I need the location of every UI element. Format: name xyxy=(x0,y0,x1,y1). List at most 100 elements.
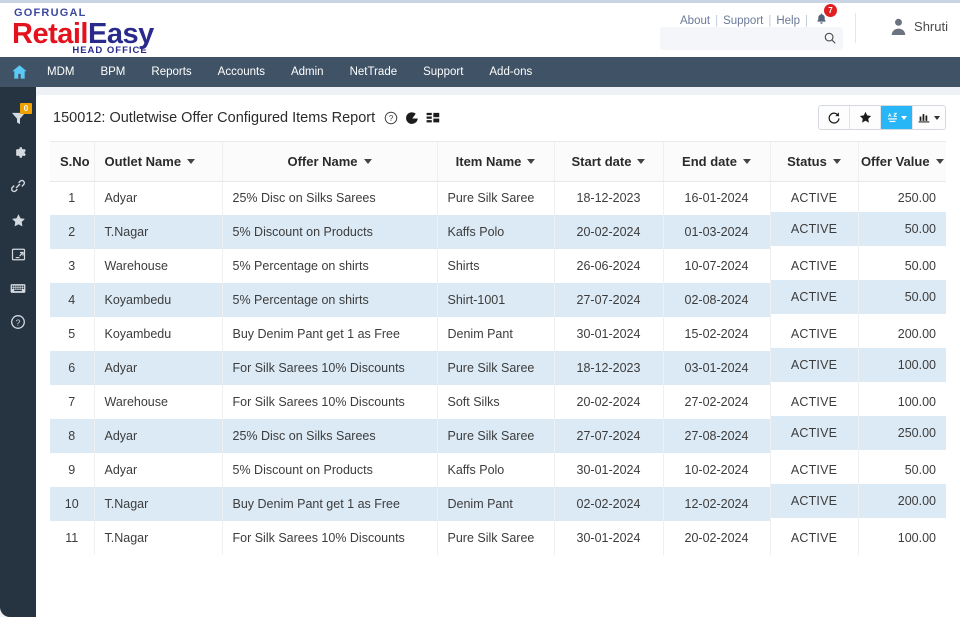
cell-outlet-name: T.Nagar xyxy=(94,487,222,521)
about-link[interactable]: About xyxy=(680,15,710,27)
cell-sno: 2 xyxy=(50,215,94,249)
cell-end-date: 02-08-2024 xyxy=(663,283,770,317)
column-label: End date xyxy=(682,154,737,169)
cell-end-date: 27-02-2024 xyxy=(663,385,770,419)
search-input[interactable] xyxy=(660,27,815,48)
brand-logo[interactable]: GOFRUGAL RetailEasy HEAD OFFICE xyxy=(12,7,154,56)
cell-outlet-name: Koyambedu xyxy=(94,283,222,317)
table-row[interactable]: 1Adyar25% Disc on Silks SareesPure Silk … xyxy=(50,181,946,215)
cell-end-date: 10-07-2024 xyxy=(663,249,770,283)
grid-layout-icon[interactable] xyxy=(426,112,440,125)
chevron-down-icon[interactable] xyxy=(527,159,535,164)
cell-start-date: 20-02-2024 xyxy=(554,385,663,419)
chevron-down-icon[interactable] xyxy=(364,159,372,164)
cell-outlet-name: Adyar xyxy=(94,351,222,385)
cell-offer-value: 50.00 xyxy=(858,212,946,246)
cell-item-name: Shirts xyxy=(437,249,554,283)
column-header-item-name[interactable]: Item Name xyxy=(437,142,554,181)
cell-start-date: 27-07-2024 xyxy=(554,419,663,453)
sidebar-item-filter[interactable]: 0 xyxy=(0,101,36,135)
column-header-start-date[interactable]: Start date xyxy=(554,142,663,181)
table-row[interactable]: 9Adyar5% Discount on ProductsKaffs Polo3… xyxy=(50,453,946,487)
column-header-offer-value[interactable]: Offer Value xyxy=(858,142,946,181)
cell-sno: 11 xyxy=(50,521,94,555)
cell-status: ACTIVE xyxy=(770,385,858,419)
nav-item-addons[interactable]: Add-ons xyxy=(476,57,545,87)
cell-end-date: 10-02-2024 xyxy=(663,453,770,487)
chart-dropdown-button[interactable] xyxy=(913,106,945,129)
sort-az-icon xyxy=(886,111,899,124)
cell-start-date: 30-01-2024 xyxy=(554,521,663,555)
chevron-down-icon[interactable] xyxy=(743,159,751,164)
cell-sno: 7 xyxy=(50,385,94,419)
cell-outlet-name: Adyar xyxy=(94,181,222,215)
sidebar-item-help[interactable]: ? xyxy=(0,305,36,339)
cell-offer-value: 250.00 xyxy=(858,416,946,450)
filter-count-badge: 0 xyxy=(20,103,32,114)
nav-item-admin[interactable]: Admin xyxy=(278,57,337,87)
cell-item-name: Shirt-1001 xyxy=(437,283,554,317)
table-row[interactable]: 11T.NagarFor Silk Sarees 10% DiscountsPu… xyxy=(50,521,946,555)
favorite-button[interactable] xyxy=(850,106,881,129)
nav-item-nettrade[interactable]: NetTrade xyxy=(337,57,411,87)
report-header: 150012: Outletwise Offer Configured Item… xyxy=(36,95,960,141)
link-separator: | xyxy=(768,15,771,27)
table-row[interactable]: 6AdyarFor Silk Sarees 10% DiscountsPure … xyxy=(50,351,946,385)
cell-offer-value: 50.00 xyxy=(858,280,946,314)
sidebar-item-settings[interactable] xyxy=(0,135,36,169)
sort-dropdown-button[interactable] xyxy=(881,106,913,129)
table-row[interactable]: 7WarehouseFor Silk Sarees 10% DiscountsS… xyxy=(50,385,946,419)
help-circle-icon[interactable]: ? xyxy=(384,111,398,125)
sidebar-item-link[interactable] xyxy=(0,169,36,203)
cell-start-date: 27-07-2024 xyxy=(554,283,663,317)
cell-outlet-name: Koyambedu xyxy=(94,317,222,351)
chevron-down-icon[interactable] xyxy=(833,159,841,164)
application-window: GOFRUGAL RetailEasy HEAD OFFICE About | … xyxy=(0,0,960,617)
sidebar-item-favorites[interactable] xyxy=(0,203,36,237)
table-row[interactable]: 4Koyambedu5% Percentage on shirtsShirt-1… xyxy=(50,283,946,317)
cell-status: ACTIVE xyxy=(770,453,858,487)
search-icon[interactable] xyxy=(823,31,837,45)
user-menu[interactable]: Shruti xyxy=(890,17,948,36)
chevron-down-icon[interactable] xyxy=(936,159,944,164)
nav-item-reports[interactable]: Reports xyxy=(138,57,204,87)
cell-item-name: Pure Silk Saree xyxy=(437,419,554,453)
cell-start-date: 18-12-2023 xyxy=(554,181,663,215)
cell-offer-value: 100.00 xyxy=(858,348,946,382)
cell-offer-name: 25% Disc on Silks Sarees xyxy=(222,181,437,215)
global-search-box[interactable] xyxy=(660,27,843,50)
chevron-down-icon[interactable] xyxy=(187,159,195,164)
table-row[interactable]: 3Warehouse5% Percentage on shirtsShirts2… xyxy=(50,249,946,283)
nav-item-support[interactable]: Support xyxy=(410,57,476,87)
cell-offer-name: 5% Percentage on shirts xyxy=(222,283,437,317)
table-row[interactable]: 10T.NagarBuy Denim Pant get 1 as FreeDen… xyxy=(50,487,946,521)
column-header-offer-name[interactable]: Offer Name xyxy=(222,142,437,181)
gear-icon xyxy=(11,145,26,160)
column-header-sno[interactable]: S.No xyxy=(50,142,94,181)
support-link[interactable]: Support xyxy=(723,15,763,27)
table-row[interactable]: 5KoyambeduBuy Denim Pant get 1 as FreeDe… xyxy=(50,317,946,351)
column-header-end-date[interactable]: End date xyxy=(663,142,770,181)
chevron-down-icon[interactable] xyxy=(637,159,645,164)
cell-end-date: 01-03-2024 xyxy=(663,215,770,249)
column-label: S.No xyxy=(60,154,90,169)
nav-home-button[interactable] xyxy=(0,64,34,80)
table-row[interactable]: 8Adyar25% Disc on Silks SareesPure Silk … xyxy=(50,419,946,453)
help-link[interactable]: Help xyxy=(776,15,800,27)
cell-sno: 4 xyxy=(50,283,94,317)
nav-item-bpm[interactable]: BPM xyxy=(87,57,138,87)
nav-item-mdm[interactable]: MDM xyxy=(34,57,87,87)
cell-status: ACTIVE xyxy=(770,484,858,518)
column-header-status[interactable]: Status xyxy=(770,142,858,181)
column-header-outlet-name[interactable]: Outlet Name xyxy=(94,142,222,181)
refresh-button[interactable] xyxy=(819,106,850,129)
table-row[interactable]: 2T.Nagar5% Discount on ProductsKaffs Pol… xyxy=(50,215,946,249)
cell-offer-value: 50.00 xyxy=(858,453,946,487)
nav-item-accounts[interactable]: Accounts xyxy=(205,57,278,87)
sidebar-item-export[interactable] xyxy=(0,237,36,271)
cell-sno: 9 xyxy=(50,453,94,487)
pie-chart-icon[interactable] xyxy=(405,111,419,125)
cell-item-name: Soft Silks xyxy=(437,385,554,419)
cell-end-date: 15-02-2024 xyxy=(663,317,770,351)
sidebar-item-keyboard[interactable] xyxy=(0,271,36,305)
